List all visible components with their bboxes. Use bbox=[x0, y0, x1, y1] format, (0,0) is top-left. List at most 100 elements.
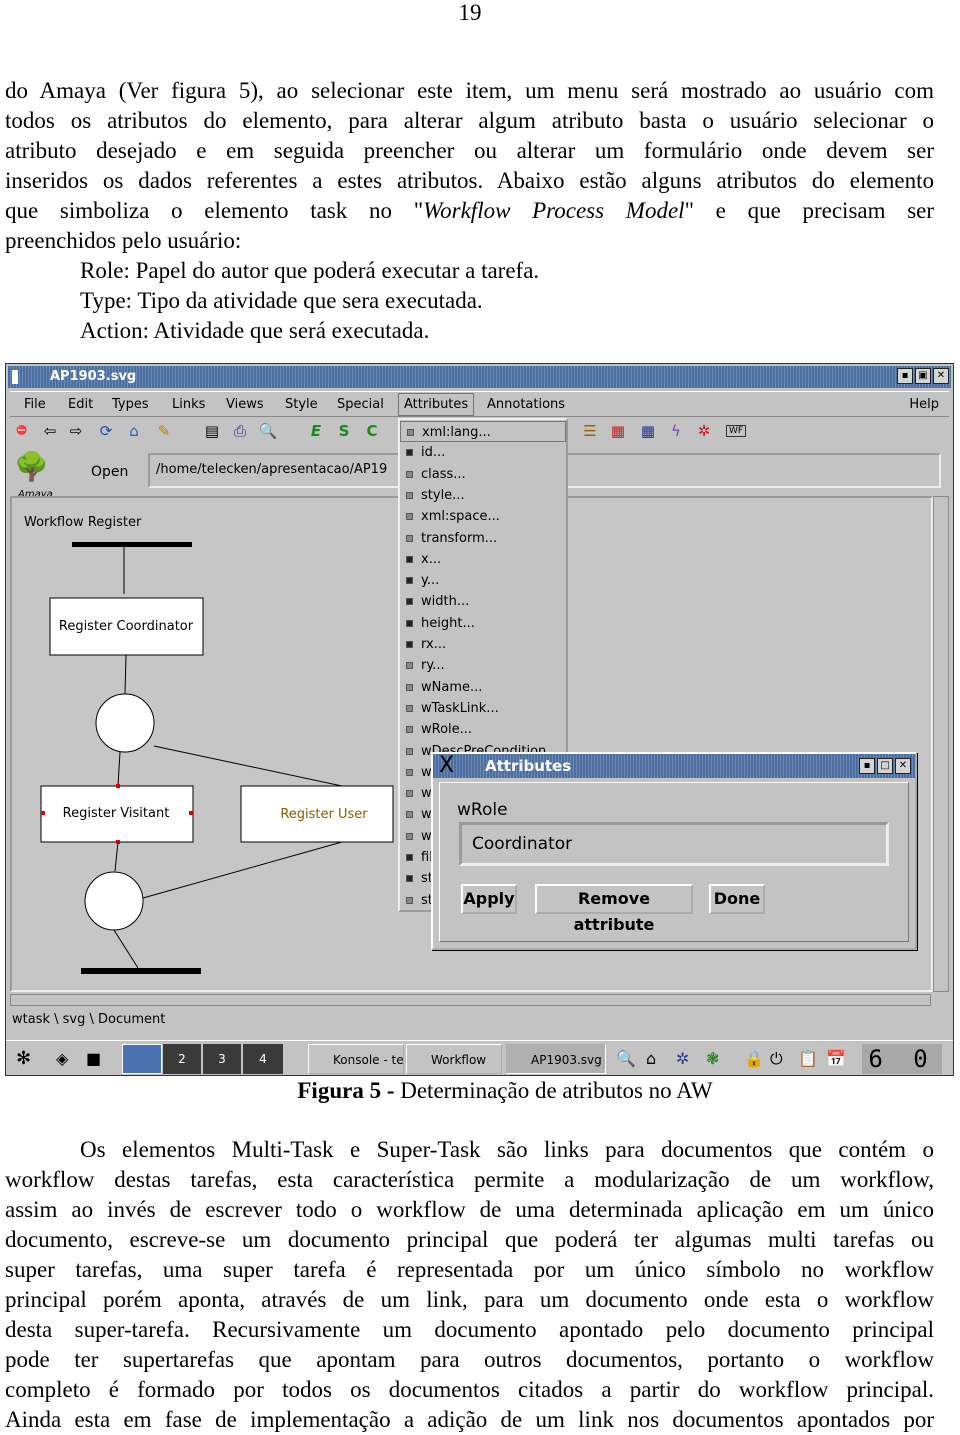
graphics-icon[interactable]: ✲ bbox=[694, 421, 714, 441]
desktop-3[interactable]: 3 bbox=[203, 1044, 241, 1074]
desktop-4[interactable]: 4 bbox=[243, 1044, 283, 1074]
table-icon[interactable]: ▦ bbox=[638, 421, 658, 441]
window-title-bar: AP1903.svg bbox=[8, 366, 951, 388]
settings-icon[interactable]: ❃ bbox=[706, 1044, 719, 1074]
menu-attributes[interactable]: Attributes bbox=[398, 393, 475, 416]
dialog-maximize-button[interactable]: □ bbox=[877, 758, 893, 774]
attribute-label: x... bbox=[421, 551, 442, 567]
decision-node bbox=[95, 693, 155, 753]
logout-icon[interactable]: ⏻ bbox=[770, 1044, 783, 1074]
reload-icon[interactable]: ⟳ bbox=[96, 421, 116, 441]
attribute-label: y... bbox=[421, 573, 440, 589]
menu-special[interactable]: Special bbox=[337, 397, 384, 412]
menu-style[interactable]: Style bbox=[285, 397, 318, 412]
clipboard-icon[interactable]: 📋 bbox=[798, 1044, 818, 1074]
emphasis-icon[interactable]: E bbox=[306, 421, 326, 441]
vertical-scrollbar[interactable] bbox=[933, 496, 949, 992]
attribute-menu-item[interactable]: xml:space... bbox=[406, 506, 500, 527]
strong-icon[interactable]: S bbox=[334, 421, 354, 441]
menu-annotations[interactable]: Annotations bbox=[487, 397, 565, 412]
back-icon[interactable]: ⇦ bbox=[40, 421, 60, 441]
forward-icon[interactable]: ⇨ bbox=[66, 421, 86, 441]
taskbar: ✻ ◈ ■ 2 3 4 Konsole - te Workflow AP1903… bbox=[6, 1040, 953, 1075]
paragraph-line: do Amaya (Ver figura 5), ao selecionar e… bbox=[5, 78, 934, 103]
checkbox-icon bbox=[406, 896, 413, 904]
attribute-label: rx... bbox=[421, 637, 447, 652]
attribute-menu-item[interactable]: x... bbox=[406, 549, 441, 570]
search-icon[interactable]: 🔍 bbox=[258, 421, 278, 441]
checkbox-icon bbox=[406, 747, 413, 755]
attribute-menu-item[interactable]: transform... bbox=[406, 528, 497, 549]
end-bar bbox=[81, 968, 201, 974]
paragraph-line: todos os atributos do elemento, para alt… bbox=[5, 108, 934, 133]
attribute-menu-item[interactable]: y... bbox=[406, 570, 439, 591]
apply-button[interactable]: Apply bbox=[461, 884, 517, 914]
page-number: 19 bbox=[458, 0, 482, 25]
dialog-minimize-button[interactable]: ▪ bbox=[859, 758, 875, 774]
print-icon[interactable]: ⎙ bbox=[230, 421, 250, 441]
code-icon[interactable]: C bbox=[362, 421, 382, 441]
home-icon[interactable]: ⌂ bbox=[124, 421, 144, 441]
find-icon[interactable]: 🔍 bbox=[616, 1044, 636, 1074]
checkbox-icon bbox=[407, 429, 414, 436]
minimize-button[interactable]: ▪ bbox=[897, 368, 913, 384]
kde-menu-icon[interactable]: ✻ bbox=[16, 1044, 31, 1074]
desktop-2[interactable]: 2 bbox=[163, 1044, 201, 1074]
remove-attribute-button[interactable]: Remove attribute bbox=[535, 884, 693, 934]
dl-icon[interactable]: ▦ bbox=[608, 421, 628, 441]
list-icon[interactable]: ☰ bbox=[580, 421, 600, 441]
attribute-menu-item[interactable]: wRole... bbox=[406, 719, 472, 740]
calendar-icon[interactable]: 📅 bbox=[826, 1044, 846, 1074]
menu-file[interactable]: File bbox=[24, 397, 46, 412]
save-icon[interactable]: ▤ bbox=[202, 421, 222, 441]
attribute-menu-item[interactable]: style... bbox=[406, 485, 465, 506]
paragraph-line: pode ter supertarefas que apontam para o… bbox=[5, 1347, 934, 1372]
checkbox-icon bbox=[406, 577, 413, 585]
attribute-label: wName... bbox=[421, 679, 483, 695]
checkbox-icon bbox=[406, 513, 413, 521]
attribute-menu-item[interactable]: wTaskLink... bbox=[406, 698, 499, 719]
attribute-menu-item[interactable]: width... bbox=[406, 591, 469, 612]
menu-types[interactable]: Types bbox=[112, 397, 149, 412]
window-title: AP1903.svg bbox=[50, 369, 137, 384]
desktop-icon[interactable]: ■ bbox=[86, 1044, 101, 1074]
task-workflow[interactable]: Workflow bbox=[406, 1044, 502, 1074]
checkbox-icon bbox=[406, 768, 413, 776]
attribute-menu-item[interactable]: class... bbox=[406, 464, 466, 485]
close-button[interactable]: ✕ bbox=[933, 368, 949, 384]
checkbox-icon bbox=[406, 662, 413, 670]
window-list-icon[interactable]: ◈ bbox=[56, 1044, 68, 1074]
diagram-label: Workflow Register bbox=[24, 515, 142, 530]
attribute-value-input[interactable]: Coordinator bbox=[459, 822, 889, 866]
attribute-menu-item[interactable]: ry... bbox=[406, 655, 445, 676]
menu-help[interactable]: Help bbox=[909, 397, 939, 412]
stop-icon[interactable]: ⛔ bbox=[12, 421, 32, 441]
maximize-button[interactable]: ▣ bbox=[915, 368, 931, 384]
math-icon[interactable]: ϟ bbox=[666, 421, 686, 441]
menu-views[interactable]: Views bbox=[226, 397, 264, 412]
menu-links[interactable]: Links bbox=[172, 397, 205, 412]
task-konsole[interactable]: Konsole - te bbox=[308, 1044, 404, 1074]
window-menu-icon[interactable] bbox=[12, 370, 18, 384]
checkbox-icon bbox=[406, 811, 413, 819]
checkbox-icon bbox=[406, 449, 413, 457]
edit-icon[interactable]: ✎ bbox=[154, 421, 174, 441]
checkbox-icon bbox=[406, 683, 413, 691]
attribute-menu-item[interactable]: id... bbox=[406, 442, 445, 463]
attribute-menu-item[interactable]: wName... bbox=[406, 677, 482, 698]
list-item: Action: Atividade que será executada. bbox=[80, 318, 430, 343]
wf-icon[interactable]: WF bbox=[726, 425, 746, 437]
home-folder-icon[interactable]: ⌂ bbox=[646, 1044, 656, 1074]
attribute-menu-item[interactable]: height... bbox=[406, 613, 475, 634]
task-ap1903[interactable]: AP1903.svg bbox=[506, 1044, 606, 1074]
lock-icon[interactable]: 🔒 bbox=[744, 1044, 764, 1074]
done-button[interactable]: Done bbox=[709, 884, 765, 914]
desktop-1[interactable] bbox=[122, 1044, 162, 1074]
dialog-title-bar: Attributes bbox=[433, 754, 915, 778]
attribute-menu-item[interactable]: xml:lang... bbox=[400, 421, 566, 442]
menu-edit[interactable]: Edit bbox=[68, 397, 93, 412]
horizontal-scrollbar[interactable] bbox=[10, 994, 931, 1006]
network-icon[interactable]: ✲ bbox=[676, 1044, 689, 1074]
dialog-close-button[interactable]: ✕ bbox=[895, 758, 911, 774]
attribute-menu-item[interactable]: rx... bbox=[406, 634, 446, 655]
